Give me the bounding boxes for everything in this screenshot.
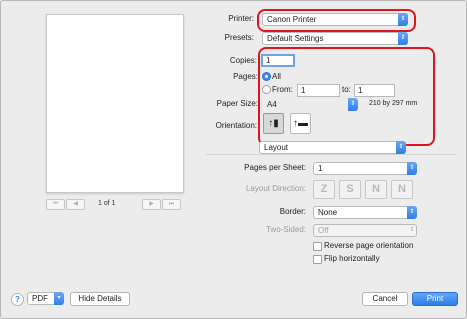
pages-from-field[interactable]: 1	[297, 84, 340, 97]
flip-horizontally-checkbox[interactable]	[313, 255, 322, 264]
pdf-menu-button[interactable]: PDF ▾	[27, 292, 64, 305]
direction-z-icon: Z	[320, 183, 328, 195]
chevron-down-icon: ▾	[54, 292, 64, 305]
direction-n-button[interactable]: N	[365, 180, 387, 199]
presets-value: Default Settings	[267, 34, 324, 43]
reverse-orientation-checkbox[interactable]	[313, 242, 322, 251]
hide-details-button[interactable]: Hide Details	[70, 292, 130, 306]
section-divider	[206, 154, 456, 155]
landscape-icon: ↑▬	[293, 118, 308, 129]
pages-to-field[interactable]: 1	[354, 84, 395, 97]
direction-n-icon: N	[372, 183, 380, 195]
presets-label: Presets:	[224, 33, 254, 42]
updown-arrow-icon: ⇕	[407, 162, 417, 175]
paper-size-select[interactable]: A4 ⇕	[262, 98, 358, 111]
updown-arrow-icon: ⇕	[409, 227, 415, 233]
paper-dimensions: 210 by 297 mm	[369, 100, 418, 107]
last-page-button[interactable]: ⏭	[162, 199, 181, 210]
border-select[interactable]: None ⇕	[313, 206, 417, 219]
section-menu-select[interactable]: Layout ⇕	[259, 141, 406, 154]
section-menu-value: Layout	[264, 143, 289, 152]
layout-direction-label: Layout Direction:	[245, 184, 306, 193]
printer-label: Printer:	[228, 14, 254, 23]
pages-per-sheet-select[interactable]: 1 ⇕	[313, 162, 417, 175]
portrait-orientation-button[interactable]: ↑▮	[263, 113, 284, 134]
page-preview	[46, 14, 184, 193]
reverse-orientation-label: Reverse page orientation	[324, 241, 414, 250]
help-button[interactable]: ?	[11, 293, 24, 306]
updown-arrow-icon: ⇕	[407, 206, 417, 219]
direction-z-button[interactable]: Z	[313, 180, 335, 199]
border-value: None	[318, 208, 338, 217]
direction-s-button[interactable]: S	[339, 180, 361, 199]
cancel-button[interactable]: Cancel	[362, 292, 408, 306]
orientation-label: Orientation:	[215, 121, 257, 130]
two-sided-select[interactable]: Off ⇕	[313, 224, 417, 237]
copies-field[interactable]: 1	[261, 54, 295, 67]
updown-arrow-icon: ⇕	[348, 98, 358, 111]
landscape-orientation-button[interactable]: ↑▬	[290, 113, 311, 134]
direction-s-icon: S	[346, 183, 354, 195]
pages-all-radio[interactable]	[262, 72, 271, 81]
print-button[interactable]: Print	[412, 292, 458, 306]
printer-highlight-box	[257, 9, 416, 32]
border-label: Border:	[279, 207, 306, 216]
pages-per-sheet-value: 1	[318, 164, 323, 173]
next-page-button[interactable]: ▶	[142, 199, 161, 210]
previous-page-button[interactable]: ◀	[66, 199, 85, 210]
pages-label: Pages:	[233, 72, 258, 81]
pages-to-label: to:	[342, 85, 351, 94]
first-page-button[interactable]: ⏮	[46, 199, 65, 210]
updown-arrow-icon: ⇕	[396, 141, 406, 154]
pages-all-label: All	[272, 72, 281, 81]
direction-n-reverse-button[interactable]: N	[391, 180, 413, 199]
two-sided-value: Off	[318, 226, 329, 235]
two-sided-label: Two-Sided:	[265, 225, 306, 234]
pages-from-label: From:	[272, 85, 293, 94]
flip-horizontally-label: Flip horizontally	[324, 254, 380, 263]
direction-n-reverse-icon: N	[398, 183, 406, 195]
paper-size-label: Paper Size:	[216, 99, 258, 108]
presets-select[interactable]: Default Settings ⇕	[262, 32, 408, 45]
pages-range-radio[interactable]	[262, 85, 271, 94]
copies-label: Copies:	[229, 56, 257, 65]
paper-size-value: A4	[267, 100, 277, 109]
updown-arrow-icon: ⇕	[398, 32, 408, 45]
page-count-label: 1 of 1	[98, 200, 116, 207]
pages-per-sheet-label: Pages per Sheet:	[244, 163, 306, 172]
pdf-label: PDF	[32, 294, 48, 303]
portrait-icon: ↑▮	[268, 118, 279, 129]
